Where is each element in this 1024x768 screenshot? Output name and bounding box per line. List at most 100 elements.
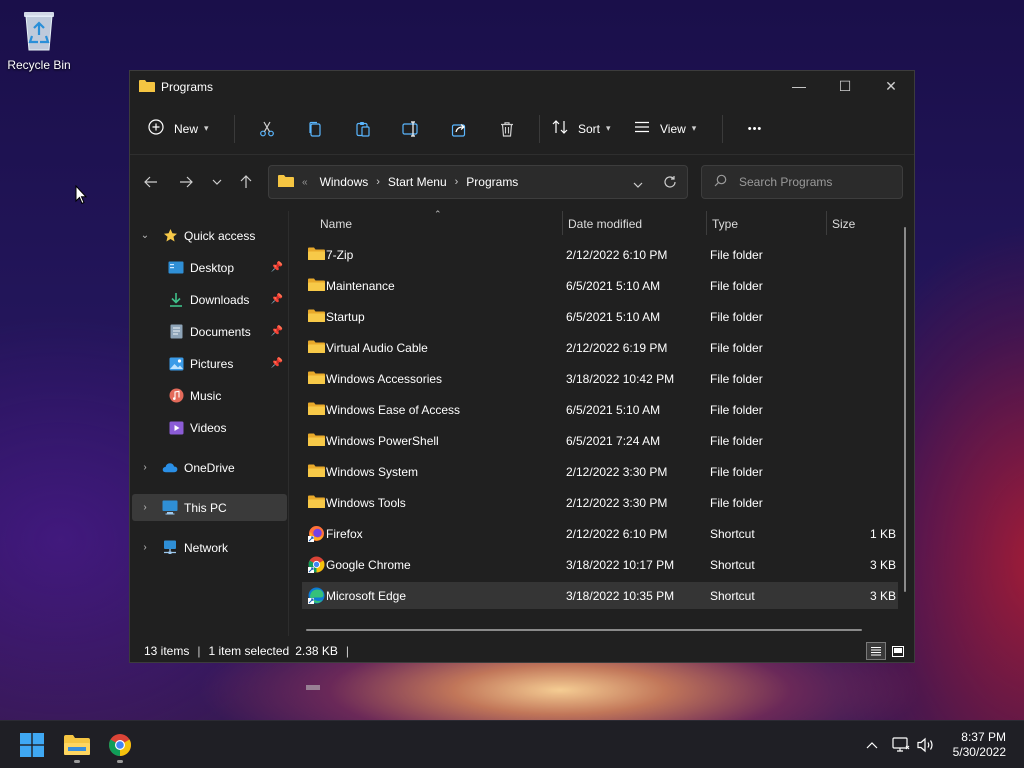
file-row[interactable]: Firefox 2/12/2022 6:10 PM Shortcut 1 KB [302,520,898,547]
recycle-bin-icon [19,8,59,52]
breadcrumb-programs[interactable]: Programs [466,175,518,189]
refresh-button[interactable] [663,175,677,192]
volume-button[interactable] [917,721,935,768]
recycle-bin[interactable]: Recycle Bin [6,8,72,72]
column-header-type[interactable]: Type [712,211,826,237]
sidebar-item-music[interactable]: Music [132,382,287,409]
sidebar-item-videos[interactable]: Videos [132,414,287,441]
file-row[interactable]: Windows System 2/12/2022 3:30 PM File fold… [302,458,898,485]
chevron-down-icon[interactable]: ⌄ [138,230,152,241]
new-label: New [174,121,199,136]
large-icons-view-button[interactable] [888,642,908,660]
pin-icon[interactable]: 📌 [271,326,283,337]
chevron-up-icon [866,742,878,749]
file-explorer-icon [64,735,90,755]
file-row[interactable]: Virtual Audio Cable 2/12/2022 6:19 PM File… [302,334,898,361]
minimize-button[interactable]: — [776,71,822,101]
column-header-name[interactable]: Name ⌃ [320,209,560,237]
taskbar-file-explorer[interactable] [57,725,97,765]
recent-locations-button[interactable] [202,167,232,197]
file-name: Windows Accessories [326,371,443,386]
pane-divider[interactable] [288,211,289,636]
vertical-scrollbar[interactable] [904,227,906,592]
file-name: Windows Ease of Access [326,402,461,417]
pin-icon[interactable]: 📌 [271,294,283,305]
sidebar-item-downloads[interactable]: Downloads 📌 [132,286,287,313]
sidebar-item-desktop[interactable]: Desktop 📌 [132,254,287,281]
rename-icon[interactable] [387,113,435,145]
new-button[interactable]: New ▾ [148,113,226,145]
view-button[interactable]: View ▾ [628,113,714,145]
paste-icon[interactable] [339,113,387,145]
window-title: Programs [161,80,214,94]
column-divider[interactable] [826,211,827,235]
address-dropdown-button[interactable] [633,177,643,191]
search-box[interactable] [701,165,903,199]
file-type: File folder [710,278,763,293]
chevron-right-icon[interactable]: › [138,502,152,513]
status-divider: | [197,644,201,658]
breadcrumb-overflow[interactable]: « [302,177,308,188]
breadcrumb-windows[interactable]: Windows [320,175,369,189]
sidebar-item-label: Quick access [184,228,256,243]
taskbar-chrome[interactable] [100,725,140,765]
breadcrumb-start-menu[interactable]: Start Menu [388,175,447,189]
pin-icon[interactable]: 📌 [271,358,283,369]
horizontal-scrollbar[interactable] [306,629,862,631]
sidebar-item-this-pc[interactable]: › This PC [132,494,287,521]
sort-button[interactable]: Sort ▾ [548,113,628,145]
sidebar-item-quick-access[interactable]: ⌄ Quick access [132,222,287,249]
file-row[interactable]: Windows Accessories 3/18/2022 10:42 PM Fil… [302,365,898,392]
column-divider[interactable] [706,211,707,235]
share-icon[interactable] [435,113,483,145]
file-row[interactable]: Startup 6/5/2021 5:10 AM File folder [302,303,898,330]
maximize-button[interactable]: ☐ [822,71,868,101]
sidebar-item-label: This PC [184,500,227,515]
clock[interactable]: 8:37 PM 5/30/2022 [953,730,1006,760]
forward-button[interactable] [171,167,201,197]
file-size [822,427,896,454]
chevron-right-icon[interactable]: › [138,462,152,473]
download-icon [168,292,184,308]
file-type: File folder [710,402,763,417]
close-button[interactable]: ✕ [868,71,914,101]
column-header-date-modified[interactable]: Date modified [568,211,706,237]
delete-icon[interactable] [483,113,531,145]
copy-icon[interactable] [291,113,339,145]
file-row[interactable]: 7-Zip 2/12/2022 6:10 PM File folder [302,241,898,268]
navigation-pane: ⌄ Quick access Desktop 📌 Downloads 📌 Doc [130,211,290,641]
file-row[interactable]: Windows Ease of Access 6/5/2021 5:10 AM Fi… [302,396,898,423]
search-input[interactable] [739,175,889,189]
file-row[interactable]: Maintenance 6/5/2021 5:10 AM File folder [302,272,898,299]
chevron-right-icon[interactable]: › [455,176,459,188]
desktop-icon [168,260,184,276]
file-date-modified: 6/5/2021 5:10 AM [566,278,661,293]
partial-row-icon [306,685,320,690]
navigation-row: « Windows › Start Menu › Programs [130,165,914,201]
back-button[interactable] [136,167,166,197]
file-name: Maintenance [326,278,395,293]
column-divider[interactable] [562,211,563,235]
chevron-right-icon[interactable]: › [138,542,152,553]
address-bar[interactable]: « Windows › Start Menu › Programs [268,165,688,199]
cut-icon[interactable] [243,113,291,145]
file-row[interactable]: Microsoft Edge 3/18/2022 10:35 PM Shortcut… [302,582,898,609]
file-row[interactable]: Google Chrome 3/18/2022 10:17 PM Shortcut 3… [302,551,898,578]
network-status-button[interactable] [892,721,910,768]
sidebar-item-network[interactable]: › Network [132,534,287,561]
up-button[interactable] [231,167,261,197]
sidebar-item-pictures[interactable]: Pictures 📌 [132,350,287,377]
show-hidden-icons-button[interactable] [866,721,878,768]
more-options-button[interactable]: ••• [731,113,779,145]
file-row[interactable]: Windows Tools 2/12/2022 3:30 PM File folde… [302,489,898,516]
sidebar-item-onedrive[interactable]: › OneDrive [132,454,287,481]
file-row[interactable]: Windows PowerShell 6/5/2021 7:24 AM File f… [302,427,898,454]
pin-icon[interactable]: 📌 [271,262,283,273]
mouse-cursor-icon [75,184,88,208]
column-header-size[interactable]: Size [832,211,892,237]
sidebar-item-documents[interactable]: Documents 📌 [132,318,287,345]
title-bar[interactable]: Programs — ☐ ✕ [130,71,914,103]
chevron-right-icon[interactable]: › [376,176,380,188]
start-button[interactable] [12,725,52,765]
details-view-button[interactable] [866,642,886,660]
